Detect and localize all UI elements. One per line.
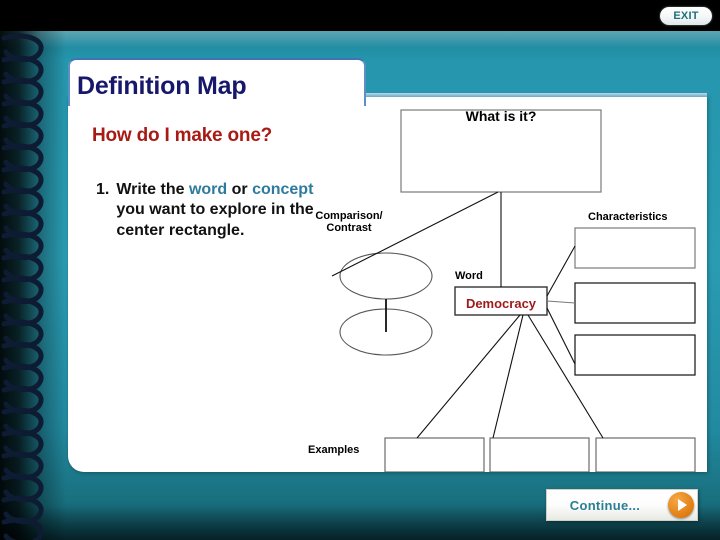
play-triangle-icon[interactable]: [668, 492, 694, 518]
spiral-binding-shadow: [0, 30, 66, 540]
instruction-text-0: Write the: [116, 181, 189, 198]
comparison-contrast-line1: Comparison/: [315, 210, 383, 222]
instruction-item: 1. Write the word or concept you want to…: [96, 180, 316, 241]
page-subtitle: How do I make one?: [92, 125, 273, 146]
instruction-number: 1.: [96, 181, 110, 198]
examples-box-2[interactable]: [489, 437, 590, 472]
continue-button-label: Continue...: [569, 497, 641, 513]
what-is-it-label: What is it?: [465, 108, 537, 124]
characteristics-box-2[interactable]: [574, 282, 696, 324]
exit-button[interactable]: EXIT: [660, 7, 712, 25]
characteristics-box-1[interactable]: [574, 227, 696, 269]
examples-box-3[interactable]: [595, 437, 696, 472]
characteristics-box-3[interactable]: [574, 334, 696, 376]
instruction-body: Write the word or concept you want to ex…: [116, 180, 316, 241]
background-sheen: [0, 30, 720, 48]
instruction-text-2: or: [227, 181, 253, 198]
top-bar: EXIT: [0, 0, 720, 31]
page-title: Definition Map: [77, 72, 247, 100]
comparison-contrast-label: Comparison/ Contrast: [305, 210, 393, 234]
instruction-text-4: you want to explore in the center rectan…: [116, 201, 314, 239]
instruction-highlight-3: concept: [252, 181, 314, 198]
comparison-contrast-line2: Contrast: [326, 222, 372, 234]
continue-button[interactable]: Continue...: [546, 489, 698, 521]
comparison-ellipse-1[interactable]: [339, 252, 433, 300]
examples-box-1[interactable]: [384, 437, 485, 472]
center-word-value: Democracy: [465, 296, 537, 311]
definition-map-diagram: [331, 109, 696, 472]
characteristics-label: Characteristics: [588, 211, 668, 223]
examples-label: Examples: [308, 444, 360, 456]
slide-stage: Definition Map How do I make one? 1. Wri…: [0, 0, 720, 540]
word-label: Word: [455, 270, 483, 282]
instruction-highlight-1: word: [188, 181, 228, 198]
